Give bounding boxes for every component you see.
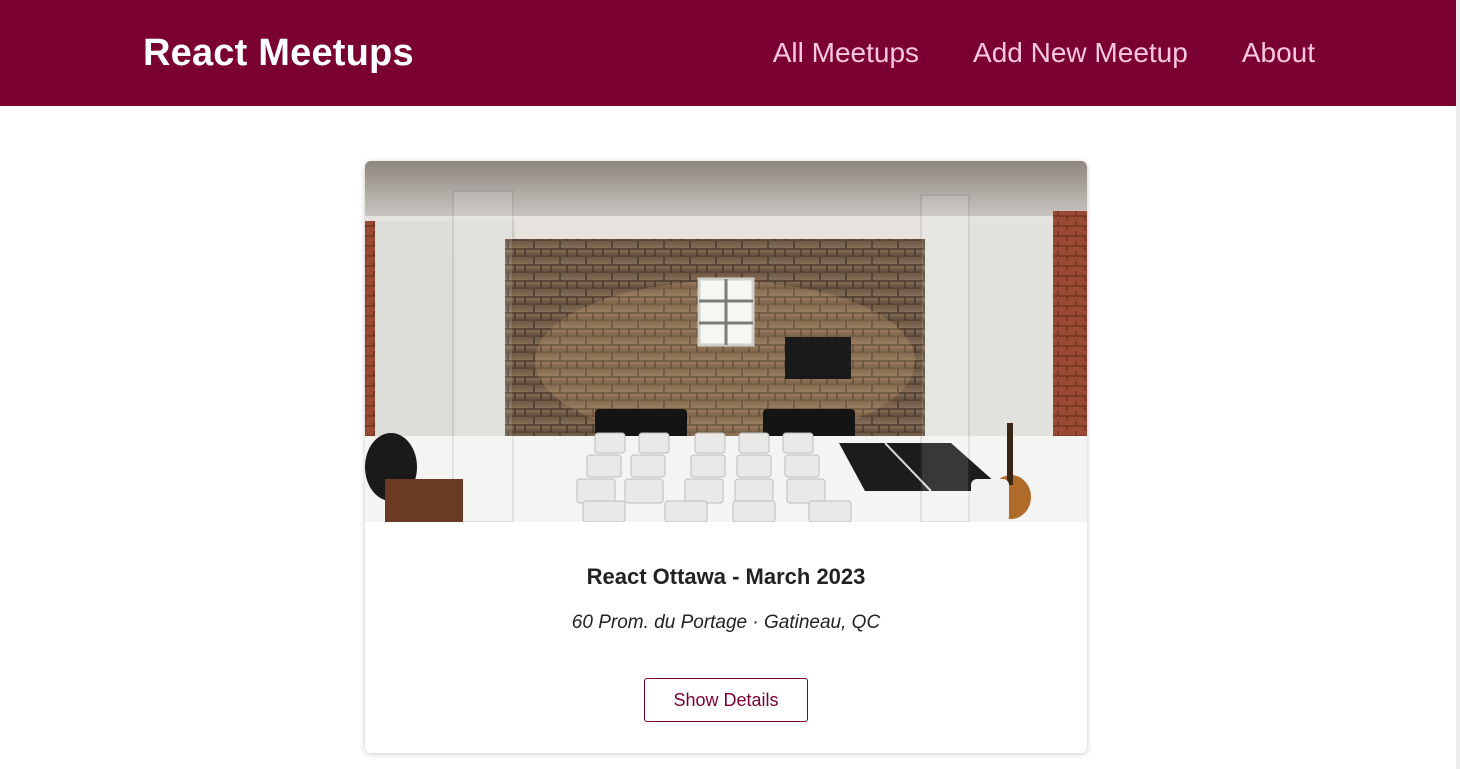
main-nav: All Meetups Add New Meetup About [773, 37, 1315, 69]
site-header: React Meetups All Meetups Add New Meetup… [0, 0, 1456, 106]
page-scroll-edge [1456, 0, 1460, 769]
meetup-card-actions: Show Details [365, 634, 1087, 722]
site-logo[interactable]: React Meetups [143, 32, 414, 75]
meetup-card-content: React Ottawa - March 2023 60 Prom. du Po… [365, 522, 1087, 634]
meetup-card: React Ottawa - March 2023 60 Prom. du Po… [365, 161, 1087, 753]
meetup-title: React Ottawa - March 2023 [586, 564, 866, 589]
meetup-image [365, 161, 1087, 522]
nav-link-all-meetups[interactable]: All Meetups [773, 37, 919, 69]
show-details-button[interactable]: Show Details [644, 678, 808, 722]
nav-link-about[interactable]: About [1242, 37, 1315, 69]
meetup-address: 60 Prom. du Portage · Gatineau, QC [571, 612, 881, 633]
nav-link-add-new-meetup[interactable]: Add New Meetup [973, 37, 1188, 69]
